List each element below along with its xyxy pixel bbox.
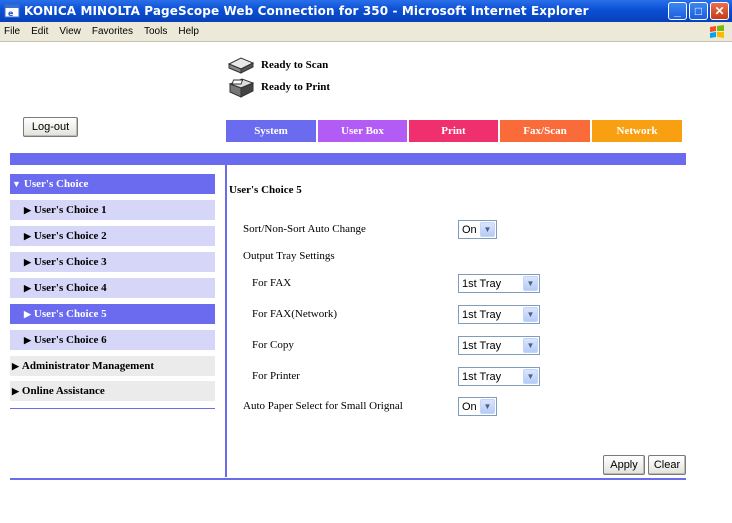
- apply-button[interactable]: Apply: [603, 455, 645, 475]
- chevron-down-icon: ▼: [523, 338, 538, 353]
- menu-favorites[interactable]: Favorites: [92, 26, 133, 37]
- chevron-down-icon: ▼: [523, 369, 538, 384]
- fax-tray-select[interactable]: 1st Tray ▼: [458, 274, 540, 293]
- triangle-down-icon: ▼: [12, 179, 21, 189]
- menu-edit[interactable]: Edit: [31, 26, 48, 37]
- sidebar-item-users-choice-6[interactable]: ▶ User's Choice 6: [10, 330, 215, 350]
- triangle-right-icon: ▶: [24, 308, 31, 319]
- svg-text:e: e: [8, 9, 14, 18]
- fax-tray-value: 1st Tray: [462, 277, 502, 290]
- triangle-right-icon: ▶: [24, 204, 31, 215]
- minimize-icon: _: [674, 4, 681, 18]
- triangle-right-icon: ▶: [24, 334, 31, 345]
- menu-view[interactable]: View: [59, 26, 81, 37]
- scan-status: Ready to Scan: [226, 54, 328, 76]
- auto-paper-select[interactable]: On ▼: [458, 397, 497, 416]
- sidebar-item-users-choice[interactable]: ▼ User's Choice: [10, 174, 215, 194]
- sidebar-item-users-choice-1[interactable]: ▶ User's Choice 1: [10, 200, 215, 220]
- sidebar-item-administrator-management[interactable]: ▶ Administrator Management: [10, 356, 215, 376]
- close-icon: ✕: [714, 4, 725, 18]
- triangle-right-icon: ▶: [24, 230, 31, 241]
- menu-bar: File Edit View Favorites Tools Help: [0, 22, 732, 42]
- maximize-button[interactable]: □: [689, 2, 708, 20]
- tab-system[interactable]: System: [226, 120, 316, 142]
- sidebar-item-label: Online Assistance: [21, 385, 105, 397]
- chevron-down-icon: ▼: [480, 399, 495, 414]
- sidebar-item-users-choice-2[interactable]: ▶ User's Choice 2: [10, 226, 215, 246]
- sort-select[interactable]: On ▼: [458, 220, 497, 239]
- fax-network-tray-select[interactable]: 1st Tray ▼: [458, 305, 540, 324]
- menu-file[interactable]: File: [4, 26, 20, 37]
- sidebar-item-online-assistance[interactable]: ▶ Online Assistance: [10, 381, 215, 401]
- sidebar-item-label: User's Choice 6: [33, 334, 107, 346]
- tab-fax-scan[interactable]: Fax/Scan: [500, 120, 590, 142]
- auto-paper-label: Auto Paper Select for Small Orignal: [243, 400, 403, 412]
- triangle-right-icon: ▶: [12, 385, 19, 396]
- sidebar-divider: [10, 408, 215, 409]
- page-title: User's Choice 5: [229, 184, 302, 196]
- copy-tray-value: 1st Tray: [462, 339, 502, 352]
- menu-tools[interactable]: Tools: [144, 26, 167, 37]
- sidebar-item-label: Administrator Management: [21, 360, 155, 372]
- sidebar-item-users-choice-5[interactable]: ▶ User's Choice 5: [10, 304, 215, 324]
- printer-label: For Printer: [252, 370, 300, 382]
- content-divider-horizontal: [10, 478, 686, 480]
- web-page: Ready to Scan Ready to Print Log-out Sys…: [0, 43, 732, 523]
- sidebar-item-label: User's Choice 2: [33, 230, 107, 242]
- triangle-right-icon: ▶: [12, 360, 19, 371]
- auto-paper-value: On: [462, 400, 477, 413]
- clear-button[interactable]: Clear: [648, 455, 686, 475]
- printer-icon: [228, 78, 255, 98]
- ie-icon: e: [4, 4, 20, 18]
- maximize-icon: □: [694, 4, 703, 18]
- windows-logo-icon: [710, 25, 724, 38]
- content-divider-vertical: [225, 165, 227, 477]
- main-tabs: System User Box Print Fax/Scan Network: [226, 120, 684, 142]
- sidebar-item-users-choice-3[interactable]: ▶ User's Choice 3: [10, 252, 215, 272]
- header-divider: [10, 153, 686, 165]
- triangle-right-icon: ▶: [24, 282, 31, 293]
- triangle-right-icon: ▶: [24, 256, 31, 267]
- copy-tray-select[interactable]: 1st Tray ▼: [458, 336, 540, 355]
- sort-label: Sort/Non-Sort Auto Change: [243, 223, 366, 235]
- fax-label: For FAX: [252, 277, 292, 289]
- minimize-button[interactable]: _: [668, 2, 687, 20]
- sidebar: ▼ User's Choice ▶ User's Choice 1 ▶ User…: [10, 174, 215, 406]
- sidebar-item-label: User's Choice 4: [33, 282, 107, 294]
- sidebar-item-label: User's Choice 5: [33, 308, 107, 320]
- chevron-down-icon: ▼: [523, 276, 538, 291]
- sort-select-value: On: [462, 223, 477, 236]
- printer-tray-select[interactable]: 1st Tray ▼: [458, 367, 540, 386]
- tab-print[interactable]: Print: [409, 120, 498, 142]
- sidebar-item-label: User's Choice: [23, 178, 89, 190]
- close-button[interactable]: ✕: [710, 2, 729, 20]
- tab-network[interactable]: Network: [592, 120, 682, 142]
- sidebar-item-users-choice-4[interactable]: ▶ User's Choice 4: [10, 278, 215, 298]
- scanner-icon: [227, 57, 255, 74]
- window-title: KONICA MINOLTA PageScope Web Connection …: [24, 4, 589, 18]
- scan-status-text: Ready to Scan: [261, 59, 329, 71]
- menu-help[interactable]: Help: [178, 26, 199, 37]
- tab-user-box[interactable]: User Box: [318, 120, 407, 142]
- print-status-text: Ready to Print: [261, 81, 331, 93]
- output-tray-label: Output Tray Settings: [243, 250, 335, 262]
- chevron-down-icon: ▼: [523, 307, 538, 322]
- fax-network-label: For FAX(Network): [252, 308, 338, 320]
- sidebar-item-label: User's Choice 3: [33, 256, 107, 268]
- fax-network-tray-value: 1st Tray: [462, 308, 502, 321]
- chevron-down-icon: ▼: [480, 222, 495, 237]
- window-titlebar: e KONICA MINOLTA PageScope Web Connectio…: [0, 0, 732, 22]
- print-status: Ready to Print: [226, 76, 330, 98]
- sidebar-item-label: User's Choice 1: [33, 204, 107, 216]
- printer-tray-value: 1st Tray: [462, 370, 502, 383]
- copy-label: For Copy: [252, 339, 294, 351]
- logout-button[interactable]: Log-out: [23, 117, 78, 137]
